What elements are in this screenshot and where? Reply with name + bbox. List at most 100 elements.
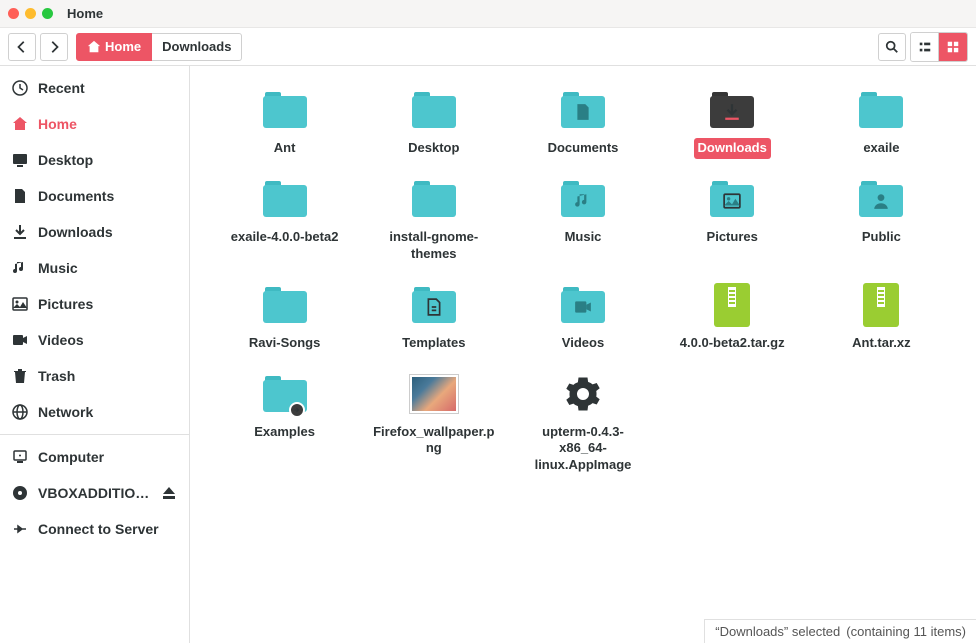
music-icon [12, 260, 28, 276]
sidebar-item-documents[interactable]: Documents [0, 178, 189, 214]
clock-icon [12, 80, 28, 96]
file-item[interactable]: exaile [811, 86, 952, 159]
folder-icon [263, 181, 307, 217]
file-label: Ant [270, 138, 300, 159]
list-view-button[interactable] [911, 33, 939, 61]
close-dot[interactable] [8, 8, 19, 19]
folder-icon [561, 287, 605, 323]
archive-icon [714, 283, 750, 327]
folder-icon [561, 92, 605, 128]
sidebar-item-videos[interactable]: Videos [0, 322, 189, 358]
folder-icon [263, 92, 307, 128]
sidebar-item-music[interactable]: Music [0, 250, 189, 286]
file-label: Music [561, 227, 606, 248]
forward-button[interactable] [40, 33, 68, 61]
sidebar-item-desktop[interactable]: Desktop [0, 142, 189, 178]
file-item[interactable]: Firefox_wallpaper.png [363, 370, 504, 477]
minimize-dot[interactable] [25, 8, 36, 19]
file-item[interactable]: Ravi-Songs [214, 281, 355, 354]
status-info: (containing 11 items) [846, 624, 966, 639]
file-item[interactable]: install-gnome-themes [363, 175, 504, 265]
folder-icon [412, 181, 456, 217]
file-label: Desktop [404, 138, 463, 159]
file-item[interactable]: Ant [214, 86, 355, 159]
connect-icon [12, 521, 28, 537]
document-icon [12, 188, 28, 204]
trash-icon [12, 368, 28, 384]
breadcrumbs: HomeDownloads [76, 33, 242, 61]
symlink-badge [289, 402, 305, 418]
sidebar-item-pictures[interactable]: Pictures [0, 286, 189, 322]
file-item[interactable]: Downloads [662, 86, 803, 159]
file-item[interactable]: exaile-4.0.0-beta2 [214, 175, 355, 265]
file-label: Examples [250, 422, 319, 443]
file-item[interactable]: Videos [512, 281, 653, 354]
sidebar-item-vboxadditio[interactable]: VBOXADDITIO… [0, 475, 189, 511]
folder-icon [859, 92, 903, 128]
sidebar-item-computer[interactable]: Computer [0, 439, 189, 475]
file-item[interactable]: Examples [214, 370, 355, 477]
sidebar-item-connecttoserver[interactable]: Connect to Server [0, 511, 189, 547]
maximize-dot[interactable] [42, 8, 53, 19]
file-label: Templates [398, 333, 469, 354]
folder-icon [710, 181, 754, 217]
download-icon [12, 224, 28, 240]
file-item[interactable]: Music [512, 175, 653, 265]
file-item[interactable]: Ant.tar.xz [811, 281, 952, 354]
search-button[interactable] [878, 33, 906, 61]
sidebar-item-home[interactable]: Home [0, 106, 189, 142]
file-label: Documents [544, 138, 623, 159]
file-label: 4.0.0-beta2.tar.gz [676, 333, 789, 354]
window-title: Home [67, 6, 103, 21]
image-thumbnail [410, 375, 458, 413]
sidebar-item-trash[interactable]: Trash [0, 358, 189, 394]
folder-icon [859, 181, 903, 217]
file-label: exaile [859, 138, 903, 159]
folder-icon [412, 287, 456, 323]
status-selected: “Downloads” selected [715, 624, 840, 639]
file-item[interactable]: Documents [512, 86, 653, 159]
breadcrumb-home[interactable]: Home [76, 33, 152, 61]
sidebar-item-downloads[interactable]: Downloads [0, 214, 189, 250]
sidebar: RecentHomeDesktopDocumentsDownloadsMusic… [0, 66, 190, 643]
file-item[interactable]: Pictures [662, 175, 803, 265]
breadcrumb-downloads[interactable]: Downloads [152, 33, 242, 61]
file-label: Videos [558, 333, 608, 354]
file-item[interactable]: 4.0.0-beta2.tar.gz [662, 281, 803, 354]
grid-view-button[interactable] [939, 33, 967, 61]
statusbar: “Downloads” selected (containing 11 item… [704, 619, 976, 643]
disc-icon [12, 485, 28, 501]
folder-icon [263, 287, 307, 323]
file-item[interactable]: upterm-0.4.3-x86_64-linux.AppImage [512, 370, 653, 477]
computer-icon [12, 449, 28, 465]
file-label: exaile-4.0.0-beta2 [227, 227, 343, 248]
home-icon [12, 116, 28, 132]
file-item[interactable]: Public [811, 175, 952, 265]
titlebar: Home [0, 0, 976, 28]
file-item[interactable]: Desktop [363, 86, 504, 159]
appimage-icon [565, 376, 601, 412]
file-label: Firefox_wallpaper.png [369, 422, 499, 460]
back-button[interactable] [8, 33, 36, 61]
content-area[interactable]: Ant Desktop Documents Downloads exaile exaile… [190, 66, 976, 643]
view-toggle [910, 32, 968, 62]
desktop-icon [12, 152, 28, 168]
file-label: upterm-0.4.3-x86_64-linux.AppImage [518, 422, 648, 477]
folder-icon [412, 92, 456, 128]
file-label: install-gnome-themes [369, 227, 499, 265]
folder-icon [710, 92, 754, 128]
file-label: Public [858, 227, 905, 248]
archive-icon [863, 283, 899, 327]
sidebar-item-network[interactable]: Network [0, 394, 189, 430]
toolbar: HomeDownloads [0, 28, 976, 66]
eject-icon[interactable] [161, 485, 177, 501]
file-label: Downloads [694, 138, 771, 159]
video-icon [12, 332, 28, 348]
file-label: Ant.tar.xz [848, 333, 915, 354]
network-icon [12, 404, 28, 420]
sidebar-item-recent[interactable]: Recent [0, 70, 189, 106]
file-item[interactable]: Templates [363, 281, 504, 354]
picture-icon [12, 296, 28, 312]
file-label: Pictures [703, 227, 762, 248]
file-label: Ravi-Songs [245, 333, 325, 354]
